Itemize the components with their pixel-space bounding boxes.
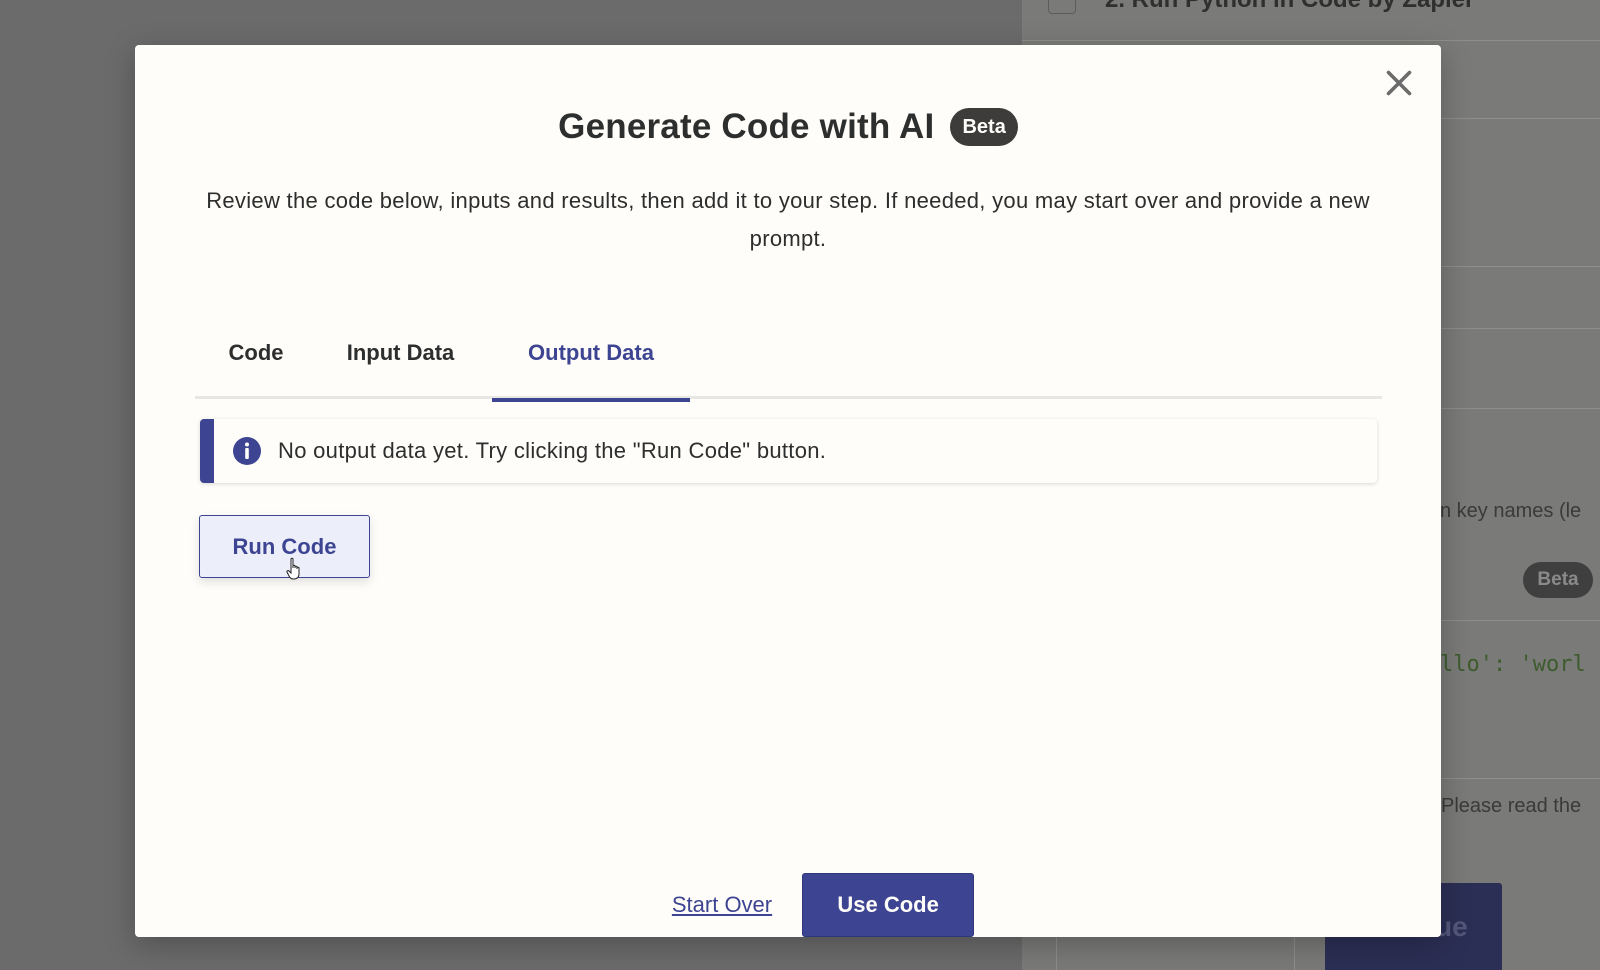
info-icon: [232, 436, 262, 466]
tab-code[interactable]: Code: [221, 328, 291, 399]
background-step-title: 2. Run Python in Code by Zapier: [1105, 0, 1474, 14]
use-code-button[interactable]: Use Code: [802, 873, 975, 937]
background-partial-text-2: Please read the: [1441, 795, 1582, 817]
background-step-icon: [1048, 0, 1076, 14]
beta-badge: Beta: [950, 108, 1018, 146]
start-over-link[interactable]: Start Over: [672, 892, 772, 918]
modal-footer: Start Over Use Code: [135, 873, 1441, 937]
hand-cursor-icon: [285, 557, 305, 581]
modal-description: Review the code below, inputs and result…: [206, 188, 1370, 251]
background-code-snippet: llo': 'worl: [1440, 652, 1586, 677]
info-alert: No output data yet. Try clicking the "Ru…: [200, 419, 1377, 483]
info-alert-text: No output data yet. Try clicking the "Ru…: [278, 438, 827, 463]
modal-header: Generate Code with AI Beta: [135, 107, 1441, 147]
modal-title: Generate Code with AI: [558, 107, 935, 146]
tab-input-data[interactable]: Input Data: [338, 328, 463, 399]
background-beta-badge: Beta: [1523, 562, 1593, 598]
generate-code-modal: Generate Code with AI Beta Review the co…: [135, 45, 1441, 937]
close-icon[interactable]: [1381, 65, 1417, 101]
tab-output-data[interactable]: Output Data: [492, 328, 690, 402]
background-partial-text: n key names (le: [1440, 500, 1582, 522]
tab-bar: Code Input Data Output Data: [195, 328, 1382, 402]
